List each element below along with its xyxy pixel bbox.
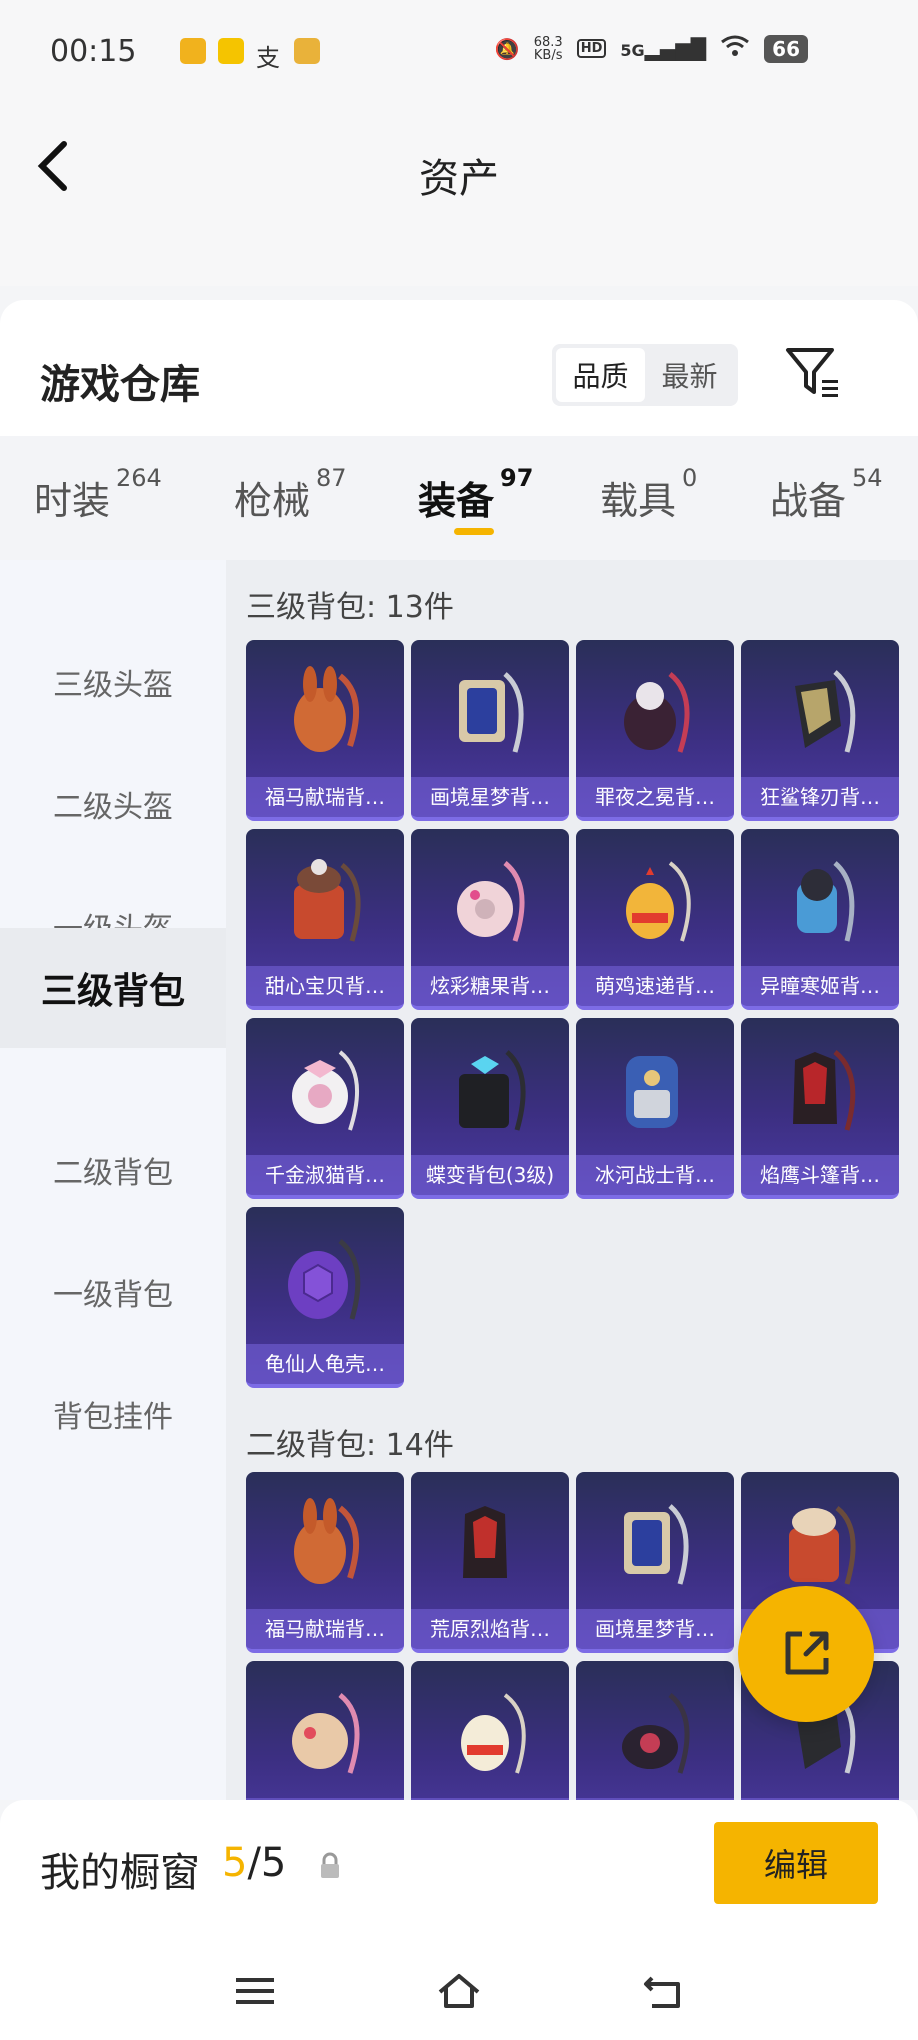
menu-icon	[236, 1978, 274, 2004]
alipay-icon: 支	[256, 44, 280, 72]
sidebar-item-level3-backpack[interactable]: 三级背包	[0, 928, 226, 1048]
home-icon	[438, 1974, 480, 2008]
showcase-count: 5/5	[222, 1840, 287, 1886]
section-title-level2-backpack: 二级背包: 14件	[246, 1428, 454, 1463]
wifi-icon	[720, 34, 750, 63]
warehouse-title: 游戏仓库	[40, 362, 200, 408]
item-card[interactable]: 异瞳寒姬背…	[741, 829, 899, 1010]
item-card[interactable]: 千金淑猫背…	[246, 1018, 404, 1199]
app-notification-icon	[180, 38, 206, 64]
backpack-icon	[459, 1050, 526, 1131]
item-card[interactable]: 甜心宝贝背…	[246, 829, 404, 1010]
signal-icon: 5G▂▄▆█	[620, 36, 707, 61]
status-app-icons: 支	[180, 38, 320, 72]
nav-home-button[interactable]	[434, 1966, 484, 2016]
nav-back-button[interactable]	[638, 1966, 688, 2016]
item-card[interactable]: 炫彩糖果背…	[411, 829, 569, 1010]
backpack-icon	[457, 861, 525, 942]
sidebar-item-level3-helmet[interactable]: 三级头盔	[0, 622, 226, 742]
item-card[interactable]: 蝶变背包(3级)	[411, 1018, 569, 1199]
sidebar-item-level2-backpack[interactable]: 二级背包	[0, 1110, 226, 1230]
item-card[interactable]: 冰河战士背…	[576, 1018, 734, 1199]
backpack-icon	[461, 1693, 526, 1774]
app-notification-icon	[218, 38, 244, 64]
nav-menu-button[interactable]	[230, 1966, 280, 2016]
warehouse-header: 游戏仓库 品质 最新	[0, 300, 918, 436]
backpack-icon	[294, 666, 359, 752]
status-bar: 00:15 支 🔕 68.3 KB/s HD 5G▂▄▆█ 66	[0, 0, 918, 106]
sidebar-item-backpack-charm[interactable]: 背包挂件	[0, 1354, 226, 1474]
item-card[interactable]	[576, 1661, 734, 1800]
item-card[interactable]: 福马献瑞背…	[246, 640, 404, 821]
battery-icon: 66	[764, 34, 808, 63]
item-card[interactable]: 焰鹰斗篷背…	[741, 1018, 899, 1199]
hd-icon: HD	[576, 39, 607, 58]
page-title: 资产	[419, 156, 499, 202]
mute-bell-icon: 🔕	[494, 36, 520, 61]
edit-button[interactable]: 编辑	[714, 1822, 878, 1904]
category-tabs: 时装264 枪械87 装备97 载具0 战备54	[0, 436, 918, 560]
sidebar: 三级头盔 二级头盔 一级头盔 三级背包 二级背包 一级背包 背包挂件	[0, 560, 226, 1800]
sidebar-item-level1-backpack[interactable]: 一级背包	[0, 1232, 226, 1352]
backpack-icon	[624, 1504, 689, 1585]
status-indicators: 🔕 68.3 KB/s HD 5G▂▄▆█ 66	[495, 34, 808, 63]
item-card[interactable]: 画境星梦背…	[411, 640, 569, 821]
item-card[interactable]: 萌鸡速递背…	[576, 829, 734, 1010]
backpack-icon	[294, 1498, 359, 1584]
return-icon	[644, 1976, 680, 2008]
lock-icon	[321, 1852, 339, 1878]
backpack-icon	[288, 1239, 361, 1320]
backpack-icon	[789, 1506, 856, 1585]
tab-vehicles[interactable]: 载具0	[600, 464, 697, 525]
item-card[interactable]: 福马献瑞背…	[246, 1472, 404, 1653]
backpack-icon	[292, 1693, 360, 1774]
item-card[interactable]	[411, 1661, 569, 1800]
tab-fashion[interactable]: 时装264	[34, 464, 162, 525]
tab-equipment[interactable]: 装备97	[418, 464, 533, 525]
sort-toggle: 品质 最新	[552, 344, 738, 406]
system-nav-bar	[0, 1940, 918, 2040]
showcase-title: 我的橱窗	[40, 1850, 200, 1896]
item-card[interactable]: 狂鲨锋刃背…	[741, 640, 899, 821]
backpack-icon	[626, 1056, 678, 1128]
sidebar-item-level2-helmet[interactable]: 二级头盔	[0, 744, 226, 864]
status-time: 00:15	[50, 34, 137, 69]
backpack-icon	[294, 859, 361, 942]
active-tab-indicator	[454, 528, 494, 535]
share-button[interactable]	[738, 1586, 874, 1722]
backpack-icon	[292, 1050, 360, 1131]
showcase-bar: 我的橱窗 5/5 编辑	[0, 1800, 918, 1940]
backpack-icon	[622, 1693, 690, 1774]
backpack-icon	[793, 1050, 856, 1131]
item-card[interactable]: 罪夜之冕背…	[576, 640, 734, 821]
tab-guns[interactable]: 枪械87	[234, 464, 347, 525]
backpack-icon	[626, 861, 691, 942]
backpack-icon	[795, 670, 856, 753]
item-card[interactable]: 龟仙人龟壳…	[246, 1207, 404, 1388]
backpack-icon	[797, 861, 855, 942]
backpack-icon	[459, 672, 524, 753]
filter-icon	[786, 348, 838, 397]
tab-battle-gear[interactable]: 战备54	[770, 464, 883, 525]
sort-option-newest[interactable]: 最新	[645, 348, 734, 402]
grid-level3-backpack: 福马献瑞背… 画境星梦背… 罪夜之冕背… 狂鲨锋刃背… 甜心宝贝背… 炫彩糖果背…	[246, 640, 899, 1388]
item-card[interactable]: 画境星梦背…	[576, 1472, 734, 1653]
app-header: 资产	[0, 106, 918, 286]
app-notification-icon	[294, 38, 320, 64]
backpack-icon	[463, 1506, 507, 1578]
filter-button[interactable]	[782, 340, 842, 404]
section-title-level3-backpack: 三级背包: 13件	[246, 590, 454, 625]
item-card[interactable]: 荒原烈焰背…	[411, 1472, 569, 1653]
backpack-icon	[624, 672, 690, 753]
share-external-icon	[785, 1631, 829, 1675]
item-card[interactable]	[246, 1661, 404, 1800]
sort-option-quality[interactable]: 品质	[556, 348, 645, 402]
net-speed: 68.3 KB/s	[533, 34, 563, 63]
